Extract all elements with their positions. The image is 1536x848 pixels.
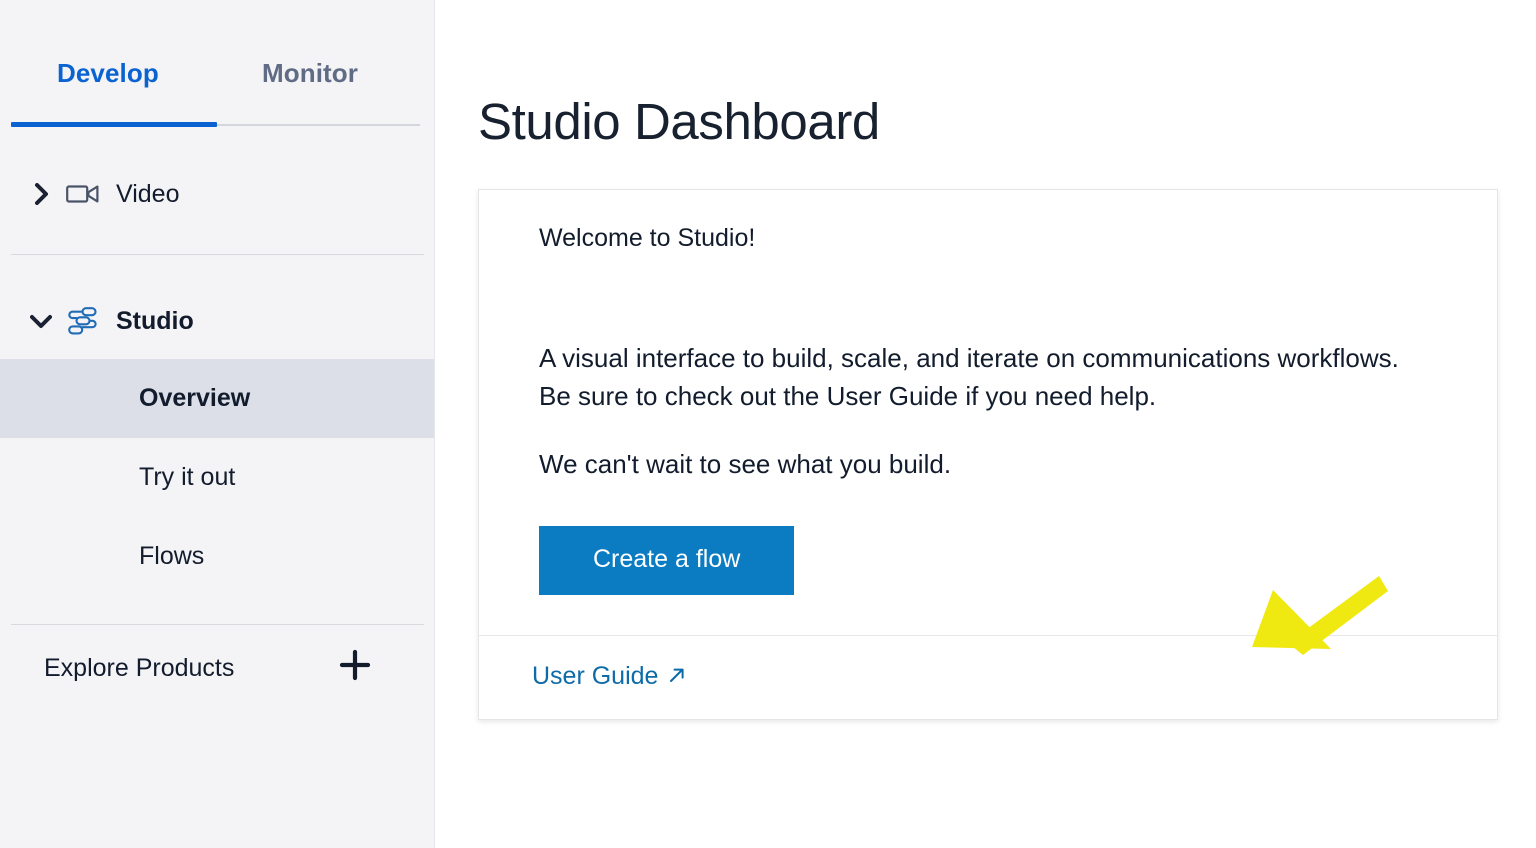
sidebar-spacer-video: [0, 232, 435, 254]
main-content: Studio Dashboard Welcome to Studio! A vi…: [435, 0, 1536, 848]
sidebar-spacer-studio: [0, 255, 435, 283]
sidebar-spacer-bottom: [0, 596, 435, 624]
sidebar-item-video-label: Video: [116, 179, 180, 208]
app-root: Develop Monitor Video Studio Overview Tr…: [0, 0, 1536, 848]
user-guide-link-label: User Guide: [532, 662, 659, 691]
sidebar-item-try-it-out[interactable]: Try it out: [0, 438, 435, 517]
sidebar-item-studio[interactable]: Studio: [0, 283, 435, 359]
sidebar-item-studio-label: Studio: [116, 306, 194, 335]
external-link-arrow-icon: [667, 665, 687, 689]
explore-products-row[interactable]: Explore Products: [0, 625, 435, 711]
chevron-right-icon: [30, 183, 52, 205]
welcome-card-body: Welcome to Studio! A visual interface to…: [479, 190, 1497, 635]
plus-icon[interactable]: [338, 648, 372, 688]
sidebar-item-video[interactable]: Video: [0, 156, 435, 232]
tab-active-indicator: [11, 122, 217, 127]
welcome-card: Welcome to Studio! A visual interface to…: [478, 189, 1498, 721]
sidebar: Develop Monitor Video Studio Overview Tr…: [0, 0, 435, 848]
explore-products-label: Explore Products: [44, 653, 235, 682]
sidebar-spacer-top: [0, 128, 435, 156]
page-title: Studio Dashboard: [478, 93, 880, 150]
sidebar-item-overview-label: Overview: [139, 384, 251, 412]
tab-monitor[interactable]: Monitor: [262, 60, 358, 86]
sidebar-item-flows-label: Flows: [139, 542, 205, 570]
sidebar-tabs: Develop Monitor: [0, 0, 435, 128]
card-paragraph-1: A visual interface to build, scale, and …: [539, 343, 1399, 412]
video-camera-icon: [66, 182, 102, 206]
welcome-heading: Welcome to Studio!: [539, 224, 756, 252]
sidebar-item-try-it-out-label: Try it out: [139, 463, 236, 491]
studio-flow-icon: [66, 306, 102, 336]
create-a-flow-button[interactable]: Create a flow: [539, 526, 795, 596]
card-paragraph-2: We can't wait to see what you build.: [539, 448, 952, 479]
tab-develop[interactable]: Develop: [57, 60, 159, 86]
sidebar-item-flows[interactable]: Flows: [0, 517, 435, 596]
sidebar-item-overview[interactable]: Overview: [0, 359, 435, 438]
chevron-down-icon: [30, 314, 52, 329]
user-guide-link[interactable]: User Guide: [532, 664, 687, 689]
welcome-card-footer: User Guide: [479, 635, 1497, 719]
